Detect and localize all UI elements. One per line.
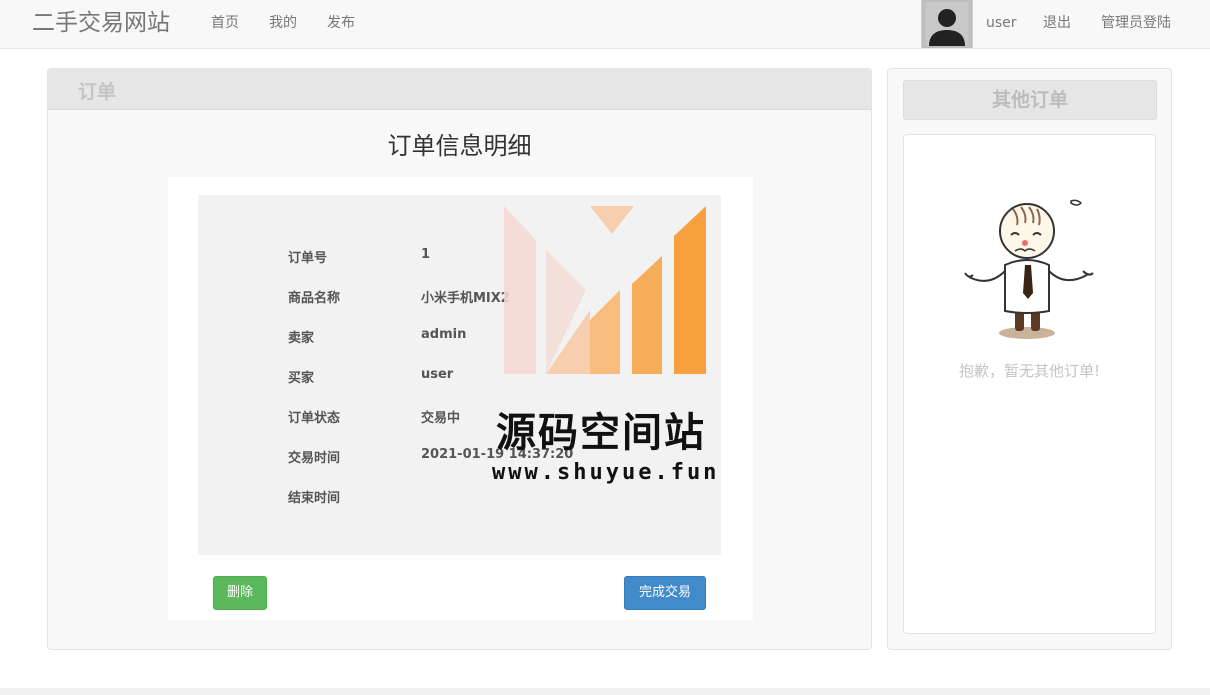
other-orders-body: 抱歉，暂无其他订单!: [903, 134, 1156, 634]
order-panel-heading: 订单: [48, 69, 871, 110]
order-detail-title: 订单信息明细: [387, 132, 532, 160]
detail-row-end-time: 结束时间: [198, 487, 721, 507]
complete-trade-button[interactable]: 完成交易: [624, 576, 706, 610]
order-panel-heading-text: 订单: [78, 81, 117, 103]
detail-value: 1: [421, 247, 431, 262]
detail-row-order-id: 订单号 1: [198, 247, 721, 267]
nav-home-link[interactable]: 首页: [211, 15, 239, 32]
nav-mine-link[interactable]: 我的: [269, 15, 297, 32]
detail-label: 交易时间: [288, 451, 341, 466]
user-avatar-icon: [925, 2, 969, 46]
detail-label: 商品名称: [288, 291, 341, 306]
nav-publish-link[interactable]: 发布: [327, 15, 355, 32]
detail-value: 交易中: [421, 411, 461, 426]
detail-label: 卖家: [288, 331, 315, 346]
order-panel: 订单 订单信息明细 订单号 1 商品名称 小米手机MIX2 卖家 admin 买…: [47, 68, 872, 650]
nav-username[interactable]: user: [986, 15, 1017, 32]
detail-value: user: [421, 367, 454, 382]
detail-value: 小米手机MIX2: [421, 291, 510, 306]
order-detail-table: 订单号 1 商品名称 小米手机MIX2 卖家 admin 买家 user 订单状…: [198, 195, 721, 555]
detail-label: 买家: [288, 371, 315, 386]
empty-orders-message: 抱歉，暂无其他订单!: [958, 362, 1100, 380]
detail-row-product-name: 商品名称 小米手机MIX2: [198, 287, 721, 307]
site-brand[interactable]: 二手交易网站: [32, 8, 170, 38]
nav-admin-login-link[interactable]: 管理员登陆: [1101, 15, 1171, 32]
detail-label: 订单号: [288, 251, 328, 266]
detail-value: 2021-01-19 14:37:20: [421, 447, 574, 462]
detail-row-seller: 卖家 admin: [198, 327, 721, 347]
detail-row-buyer: 买家 user: [198, 367, 721, 387]
order-detail-card: 订单号 1 商品名称 小米手机MIX2 卖家 admin 买家 user 订单状…: [168, 177, 753, 620]
top-navbar: 二手交易网站 首页 我的 发布 user 退出 管理员登陆: [0, 0, 1210, 49]
other-orders-panel: 其他订单 抱歉，暂无其他订单!: [887, 68, 1172, 650]
detail-label: 结束时间: [288, 491, 341, 506]
other-orders-heading: 其他订单: [903, 80, 1157, 120]
delete-order-button[interactable]: 删除: [213, 576, 267, 610]
footer-strip: [0, 688, 1210, 695]
detail-row-trade-time: 交易时间 2021-01-19 14:37:20: [198, 447, 721, 467]
user-avatar[interactable]: [921, 0, 973, 48]
shrugging-man-illustration: [964, 199, 1094, 339]
detail-row-status: 订单状态 交易中: [198, 407, 721, 427]
nav-logout-link[interactable]: 退出: [1043, 15, 1071, 32]
detail-label: 订单状态: [288, 411, 341, 426]
detail-value: admin: [421, 327, 467, 342]
